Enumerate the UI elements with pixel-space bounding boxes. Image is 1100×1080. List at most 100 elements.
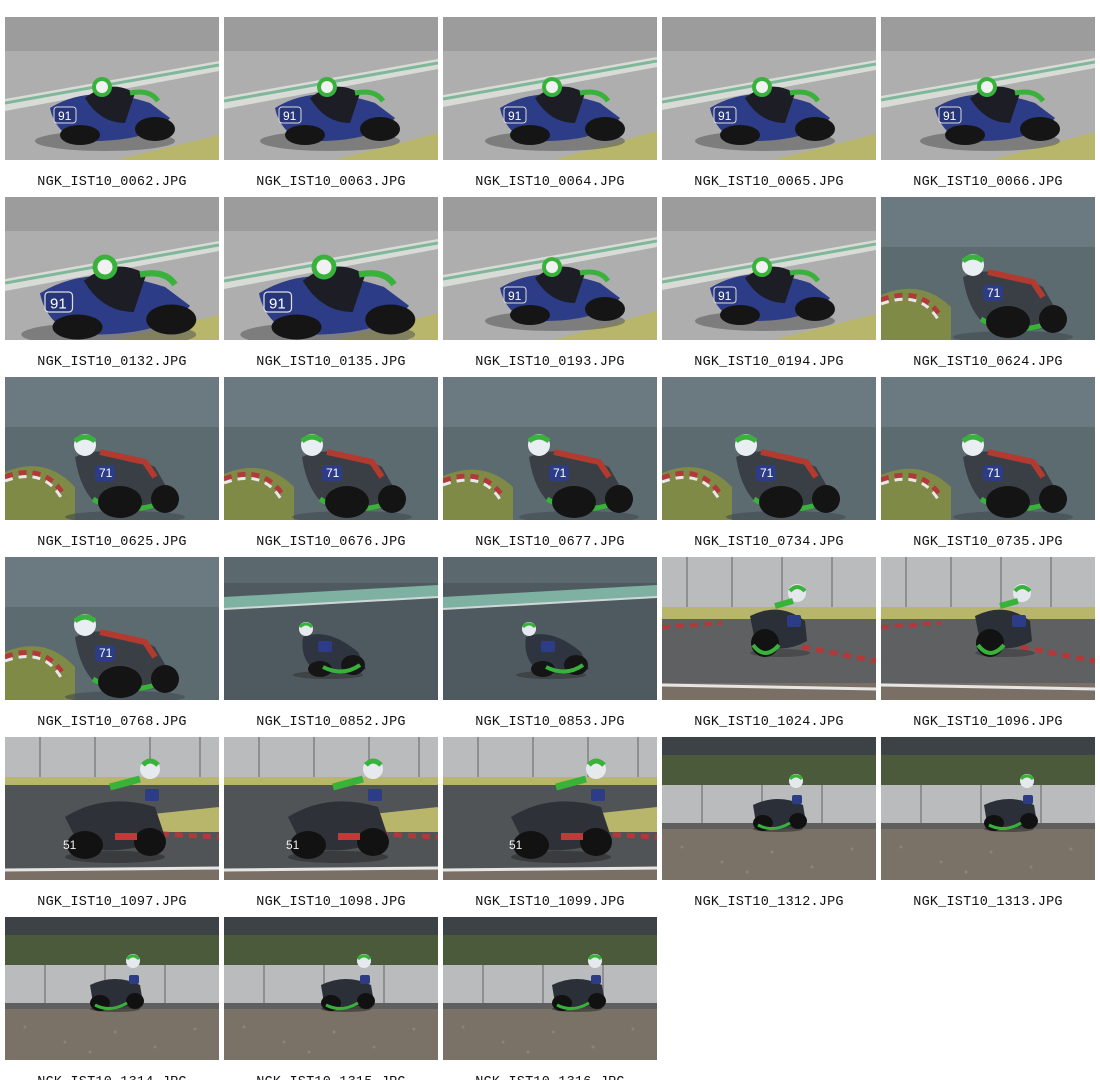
svg-text:71: 71 (99, 646, 113, 660)
gallery-item[interactable]: NGK_IST10_1024.JPG (662, 557, 876, 737)
photo-thumbnail[interactable] (662, 737, 876, 880)
gallery-item[interactable]: 71 NGK_IST10_0624.JPG (881, 197, 1095, 377)
photo-filename[interactable]: NGK_IST10_1099.JPG (475, 894, 624, 912)
photo-filename[interactable]: NGK_IST10_0063.JPG (256, 174, 405, 192)
gallery-item[interactable]: 91 NGK_IST10_0193.JPG (443, 197, 657, 377)
photo-filename[interactable]: NGK_IST10_0194.JPG (694, 354, 843, 372)
photo-filename[interactable]: NGK_IST10_0852.JPG (256, 714, 405, 732)
photo-filename[interactable]: NGK_IST10_0065.JPG (694, 174, 843, 192)
photo-thumbnail[interactable]: 71 (443, 377, 657, 520)
photo-filename[interactable]: NGK_IST10_0135.JPG (256, 354, 405, 372)
gallery-item[interactable]: 91 NGK_IST10_0064.JPG (443, 17, 657, 197)
gallery-item[interactable]: 91 NGK_IST10_0063.JPG (224, 17, 438, 197)
photo-filename[interactable]: NGK_IST10_0734.JPG (694, 534, 843, 552)
photo-thumbnail[interactable] (5, 917, 219, 1060)
gallery-item[interactable]: NGK_IST10_1315.JPG (224, 917, 438, 1080)
gallery-item[interactable]: 71 NGK_IST10_0625.JPG (5, 377, 219, 557)
photo-thumbnail[interactable]: 91 (443, 197, 657, 340)
gallery-item[interactable]: NGK_IST10_1312.JPG (662, 737, 876, 917)
gallery-item[interactable]: 71 NGK_IST10_0734.JPG (662, 377, 876, 557)
photo-thumbnail[interactable]: 91 (5, 17, 219, 160)
photo-thumbnail[interactable]: 91 (224, 197, 438, 340)
svg-text:71: 71 (99, 466, 113, 480)
gallery-item[interactable]: NGK_IST10_0853.JPG (443, 557, 657, 737)
gallery-item[interactable]: 71 NGK_IST10_0768.JPG (5, 557, 219, 737)
photo-filename[interactable]: NGK_IST10_0853.JPG (475, 714, 624, 732)
photo-filename[interactable]: NGK_IST10_1313.JPG (913, 894, 1062, 912)
svg-text:71: 71 (987, 466, 1001, 480)
photo-thumbnail[interactable]: 71 (881, 197, 1095, 340)
gallery-item[interactable]: NGK_IST10_1316.JPG (443, 917, 657, 1080)
gallery-item[interactable]: 91 NGK_IST10_0135.JPG (224, 197, 438, 377)
photo-thumbnail[interactable]: 91 (224, 17, 438, 160)
gallery-item[interactable]: 51 NGK_IST10_1097.JPG (5, 737, 219, 917)
gallery-item[interactable]: NGK_IST10_1313.JPG (881, 737, 1095, 917)
svg-text:51: 51 (63, 838, 77, 852)
gallery-item[interactable]: 91 NGK_IST10_0194.JPG (662, 197, 876, 377)
photo-filename[interactable]: NGK_IST10_1024.JPG (694, 714, 843, 732)
photo-filename[interactable]: NGK_IST10_1312.JPG (694, 894, 843, 912)
photo-thumbnail[interactable]: 71 (5, 377, 219, 520)
photo-filename[interactable]: NGK_IST10_0062.JPG (37, 174, 186, 192)
photo-thumbnail[interactable] (224, 917, 438, 1060)
photo-thumbnail[interactable]: 71 (662, 377, 876, 520)
gallery-item[interactable]: 71 NGK_IST10_0676.JPG (224, 377, 438, 557)
gallery-item[interactable]: NGK_IST10_1314.JPG (5, 917, 219, 1080)
photo-thumbnail[interactable] (443, 557, 657, 700)
photo-thumbnail[interactable] (881, 557, 1095, 700)
photo-thumbnail[interactable]: 71 (5, 557, 219, 700)
thumbnail-gallery: 91 NGK_IST10_0062.JPG 91 NGK_IST10_0063.… (0, 0, 1100, 1080)
gallery-item[interactable]: 71 NGK_IST10_0735.JPG (881, 377, 1095, 557)
photo-thumbnail[interactable]: 51 (443, 737, 657, 880)
photo-thumbnail[interactable]: 91 (662, 17, 876, 160)
photo-filename[interactable]: NGK_IST10_0064.JPG (475, 174, 624, 192)
gallery-item[interactable]: 91 NGK_IST10_0132.JPG (5, 197, 219, 377)
photo-filename[interactable]: NGK_IST10_0066.JPG (913, 174, 1062, 192)
photo-filename[interactable]: NGK_IST10_1096.JPG (913, 714, 1062, 732)
photo-filename[interactable]: NGK_IST10_1316.JPG (475, 1074, 624, 1080)
photo-filename[interactable]: NGK_IST10_0625.JPG (37, 534, 186, 552)
photo-thumbnail[interactable]: 91 (5, 197, 219, 340)
photo-filename[interactable]: NGK_IST10_0193.JPG (475, 354, 624, 372)
gallery-item[interactable]: 91 NGK_IST10_0066.JPG (881, 17, 1095, 197)
photo-filename[interactable]: NGK_IST10_0624.JPG (913, 354, 1062, 372)
gallery-item[interactable]: 71 NGK_IST10_0677.JPG (443, 377, 657, 557)
photo-thumbnail[interactable]: 91 (443, 17, 657, 160)
gallery-item[interactable]: 51 NGK_IST10_1099.JPG (443, 737, 657, 917)
gallery-item[interactable]: NGK_IST10_1096.JPG (881, 557, 1095, 737)
svg-text:91: 91 (283, 109, 297, 123)
gallery-item[interactable]: 91 NGK_IST10_0065.JPG (662, 17, 876, 197)
photo-thumbnail[interactable]: 91 (662, 197, 876, 340)
photo-filename[interactable]: NGK_IST10_1098.JPG (256, 894, 405, 912)
svg-text:91: 91 (943, 109, 957, 123)
gallery-item[interactable]: 91 NGK_IST10_0062.JPG (5, 17, 219, 197)
photo-filename[interactable]: NGK_IST10_1315.JPG (256, 1074, 405, 1080)
gallery-item[interactable]: 51 NGK_IST10_1098.JPG (224, 737, 438, 917)
svg-text:71: 71 (760, 466, 774, 480)
photo-filename[interactable]: NGK_IST10_0735.JPG (913, 534, 1062, 552)
gallery-item[interactable]: NGK_IST10_0852.JPG (224, 557, 438, 737)
svg-text:91: 91 (58, 109, 72, 123)
photo-filename[interactable]: NGK_IST10_1097.JPG (37, 894, 186, 912)
photo-thumbnail[interactable] (662, 557, 876, 700)
photo-filename[interactable]: NGK_IST10_0676.JPG (256, 534, 405, 552)
svg-text:91: 91 (508, 109, 522, 123)
photo-filename[interactable]: NGK_IST10_0132.JPG (37, 354, 186, 372)
photo-thumbnail[interactable] (881, 737, 1095, 880)
photo-filename[interactable]: NGK_IST10_1314.JPG (37, 1074, 186, 1080)
svg-text:91: 91 (50, 295, 67, 312)
photo-thumbnail[interactable]: 51 (224, 737, 438, 880)
photo-thumbnail[interactable] (443, 917, 657, 1060)
photo-thumbnail[interactable]: 71 (881, 377, 1095, 520)
photo-thumbnail[interactable]: 91 (881, 17, 1095, 160)
photo-thumbnail[interactable]: 71 (224, 377, 438, 520)
photo-filename[interactable]: NGK_IST10_0768.JPG (37, 714, 186, 732)
svg-text:91: 91 (718, 109, 732, 123)
svg-text:71: 71 (553, 466, 567, 480)
photo-thumbnail[interactable] (224, 557, 438, 700)
photo-thumbnail[interactable]: 51 (5, 737, 219, 880)
svg-text:71: 71 (987, 286, 1001, 300)
svg-text:91: 91 (718, 289, 732, 303)
photo-filename[interactable]: NGK_IST10_0677.JPG (475, 534, 624, 552)
svg-text:91: 91 (269, 295, 286, 312)
